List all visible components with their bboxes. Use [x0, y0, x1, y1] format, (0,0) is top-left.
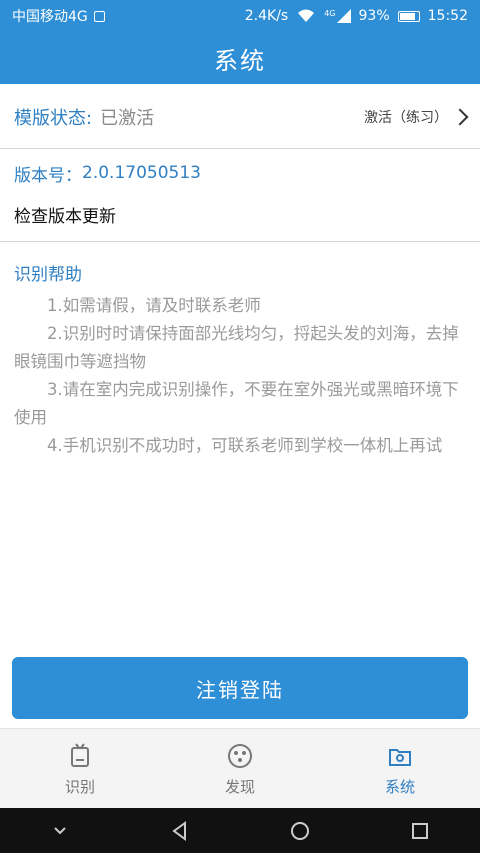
template-status-value: 已激活 — [100, 108, 155, 129]
version-label: 版本号： — [14, 165, 82, 186]
check-update-button[interactable]: 检查版本更新 — [0, 197, 480, 231]
version-row: 版本号： 2.0.17050513 — [0, 156, 480, 190]
template-status-row: 模版状态: 已激活 激活（练习） — [0, 92, 480, 142]
help-title: 识别帮助 — [14, 265, 82, 285]
tab-label: 识别 — [64, 777, 95, 796]
tab-system[interactable]: 系统 — [320, 729, 480, 809]
activate-practice-link[interactable]: 激活（练习） — [364, 107, 469, 127]
help-item: 4.手机识别不成功时，可联系老师到学校一体机上再试 — [47, 436, 443, 455]
divider — [0, 148, 480, 149]
tab-discover[interactable]: 发现 — [160, 729, 320, 809]
chevron-right-icon — [451, 108, 469, 126]
template-status-label: 模版状态: — [14, 108, 93, 129]
wifi-icon — [298, 9, 315, 22]
version-value: 2.0.17050513 — [82, 163, 201, 183]
status-right: 2.4K/s 4G 93% 15:52 — [245, 8, 468, 24]
logout-button[interactable]: 注销登陆 — [12, 657, 468, 719]
tab-recognize[interactable]: 识别 — [0, 729, 160, 809]
recent-apps-icon[interactable] — [409, 820, 431, 842]
network-speed: 2.4K/s — [244, 8, 289, 24]
help-item: 3.请在室内完成识别操作，不要在室外强光或黑暗环境下使用 — [14, 380, 459, 427]
tab-label: 发现 — [224, 777, 255, 796]
chevron-down-icon[interactable] — [49, 820, 71, 842]
system-icon — [389, 748, 411, 766]
network-type-badge: 4G — [324, 9, 351, 23]
recognize-icon — [71, 742, 89, 767]
page-title: 系统 — [0, 32, 480, 84]
help-list: 1.如需请假，请及时联系老师 2.识别时时请保持面部光线均匀，捋起头发的刘海，去… — [14, 292, 466, 460]
activate-practice-label: 激活（练习） — [364, 110, 448, 126]
tab-label: 系统 — [384, 777, 415, 796]
back-icon[interactable] — [169, 820, 191, 842]
battery-icon — [397, 10, 420, 22]
divider — [0, 241, 480, 242]
sim-card-icon — [93, 10, 105, 22]
battery-percent: 93% — [358, 8, 390, 24]
signal-icon — [336, 9, 351, 23]
status-bar: 中国移动4G 2.4K/s 4G 93% 15:52 — [0, 0, 480, 32]
battery-fill — [399, 12, 416, 20]
network-type-label: 4G — [324, 9, 336, 18]
help-item: 2.识别时时请保持面部光线均匀，捋起头发的刘海，去掉眼镜围巾等遮挡物 — [14, 324, 459, 371]
bottom-tab-bar: 识别 发现 系统 — [0, 728, 480, 809]
clock: 15:52 — [427, 8, 468, 24]
help-item: 1.如需请假，请及时联系老师 — [47, 296, 261, 315]
android-nav-bar — [0, 808, 480, 853]
check-update-label: 检查版本更新 — [14, 206, 116, 227]
discover-icon — [228, 743, 252, 768]
status-left: 中国移动4G — [12, 6, 105, 26]
home-icon[interactable] — [289, 820, 311, 842]
carrier-label: 中国移动4G — [12, 9, 88, 25]
